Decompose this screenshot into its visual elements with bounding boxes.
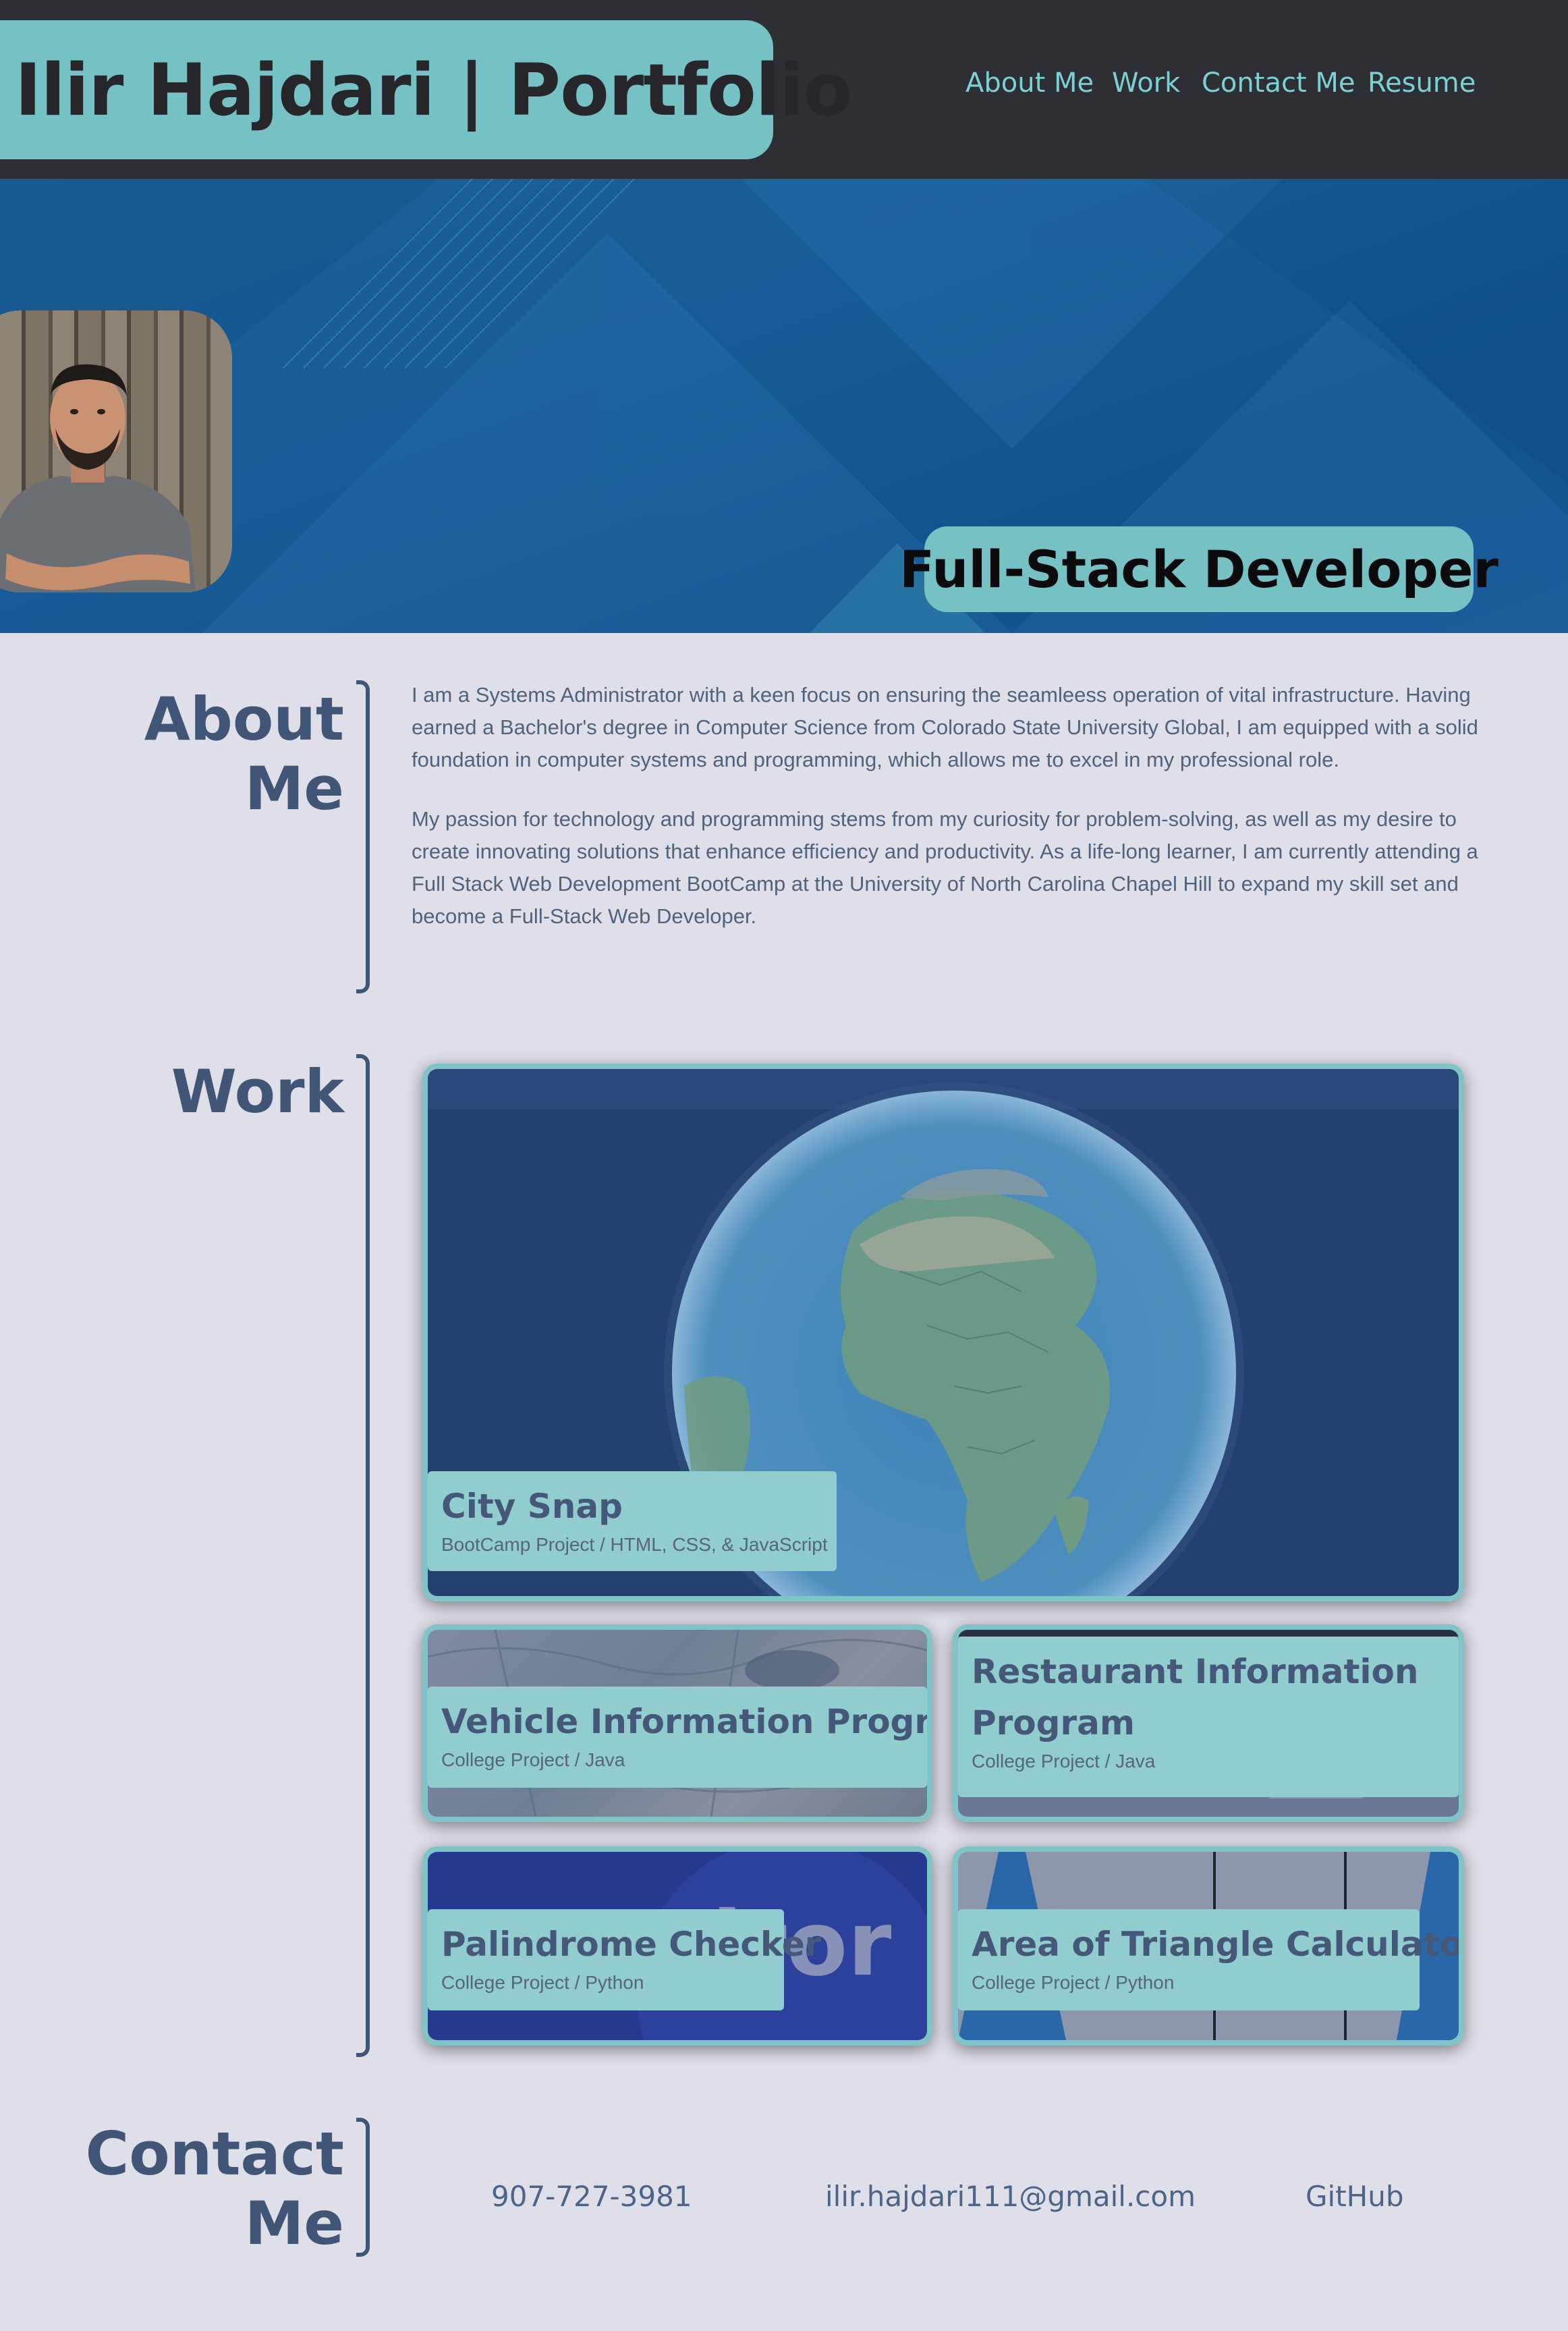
city-snap-label: City Snap BootCamp Project / HTML, CSS, … [428,1471,837,1571]
vehicle-label: Vehicle Information Program College Proj… [428,1686,927,1788]
nav-about-me[interactable]: About Me [965,67,1094,99]
city-snap-subtitle: BootCamp Project / HTML, CSS, & JavaScri… [441,1534,828,1555]
contact-phone-link[interactable]: 907-727-3981 [491,2180,692,2213]
nav-contact-me[interactable]: Contact Me [1202,67,1355,99]
contact-github-link[interactable]: GitHub [1306,2180,1404,2213]
person-illustration [0,364,196,593]
restaurant-subtitle: College Project / Java [972,1751,1156,1772]
about-paragraph: I am a Systems Administrator with a keen… [412,683,1478,771]
city-snap-title: City Snap [441,1487,623,1526]
project-card-restaurant-information[interactable]: Restaurant Information Program College P… [953,1624,1464,1822]
project-card-city-snap[interactable]: City Snap BootCamp Project / HTML, CSS, … [422,1064,1464,1601]
triangle-title: Area of Triangle Calculator [972,1925,1464,1964]
about-divider [356,680,370,993]
main-nav: About Me Work Contact Me Resume [0,67,1568,115]
nav-resume[interactable]: Resume [1368,67,1476,99]
triangle-label: Area of Triangle Calculator College Proj… [958,1909,1464,2010]
restaurant-title-line2: Program [972,1703,1135,1743]
hero-title-box: Full-Stack Developer [899,526,1499,612]
vehicle-title: Vehicle Information Program [441,1702,932,1741]
about-paragraph: My passion for technology and programmin… [412,807,1478,928]
hero-title: Full-Stack Developer [899,539,1499,599]
contact-heading-line2: Me [244,2189,344,2258]
restaurant-title-line1: Restaurant Information [972,1652,1419,1691]
about-text: I am a Systems Administrator with a keen… [412,679,1479,960]
contact-heading-line1: Contact [85,2119,344,2189]
contact-heading: Contact Me [86,2119,344,2258]
work-divider [356,1054,370,2057]
palindrome-title: Palindrome Checker [441,1925,822,1964]
site-header: Ilir Hajdari | Portfolio About Me Work C… [0,0,1568,179]
nav-work[interactable]: Work [1112,67,1180,99]
project-card-palindrome-checker[interactable]: dror Palindrome Checker College Project … [422,1846,932,2046]
project-card-vehicle-information[interactable]: Vehicle Information Program College Proj… [422,1624,932,1822]
work-heading-text: Work [171,1057,344,1126]
project-card-area-of-triangle[interactable]: Area of Triangle Calculator College Proj… [953,1846,1464,2046]
about-heading: About Me [144,684,344,823]
about-heading-line2: Me [244,754,344,823]
restaurant-label: Restaurant Information Program College P… [958,1637,1459,1797]
contact-email-link[interactable]: ilir.hajdari111@gmail.com [825,2180,1196,2213]
profile-photo [0,310,232,593]
contact-divider [356,2118,370,2257]
palindrome-subtitle: College Project / Python [441,1972,644,1993]
triangle-subtitle: College Project / Python [972,1972,1175,1993]
work-heading: Work [171,1057,344,1126]
about-heading-line1: About [144,684,344,754]
palindrome-label: Palindrome Checker College Project / Pyt… [428,1909,822,2010]
hero-banner: Full-Stack Developer [0,179,1568,633]
vehicle-subtitle: College Project / Java [441,1749,625,1770]
